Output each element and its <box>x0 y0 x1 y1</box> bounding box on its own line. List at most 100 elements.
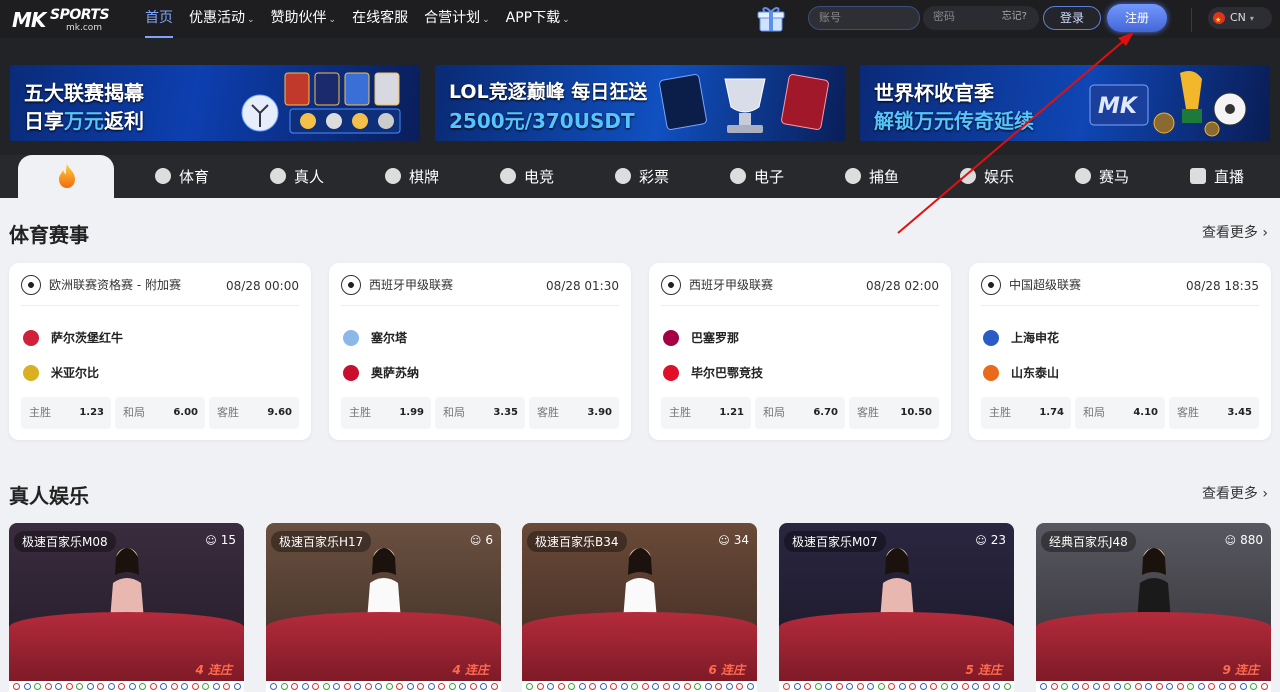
road-bead <box>97 683 104 690</box>
tab-label: 捕鱼 <box>869 168 900 186</box>
home-team-name: 萨尔茨堡红牛 <box>51 331 124 345</box>
match-card[interactable]: 西班牙甲级联赛 08/28 02:00 巴塞罗那 毕尔巴鄂竞技 主胜 1.21 和局 6.70… <box>649 263 951 440</box>
live-view-more-link[interactable]: 查看更多 › <box>1202 483 1268 503</box>
nav-item-0[interactable]: 首页 <box>145 0 173 38</box>
away-team-name: 毕尔巴鄂竞技 <box>691 366 764 380</box>
road-bead <box>223 683 230 690</box>
tab-category-6[interactable]: 捕鱼 <box>845 155 899 198</box>
table-name: 经典百家乐J48 <box>1041 531 1136 552</box>
password-field[interactable]: 密码 忘记? <box>923 6 1039 30</box>
tab-category-7[interactable]: 娱乐 <box>960 155 1014 198</box>
road-bead <box>568 683 575 690</box>
tab-category-3[interactable]: 电竞 <box>500 155 554 198</box>
home-team-name: 上海申花 <box>1011 331 1060 345</box>
tab-category-8[interactable]: 赛马 <box>1075 155 1129 198</box>
road-bead <box>1218 683 1226 690</box>
odds-button[interactable]: 主胜 1.23 <box>21 397 111 429</box>
login-button[interactable]: 登录 <box>1043 6 1101 30</box>
sports-view-more-link[interactable]: 查看更多 › <box>1202 222 1268 242</box>
language-selector[interactable]: CN▾ <box>1208 7 1272 31</box>
road-bead <box>459 683 466 690</box>
nav-item-1[interactable]: 优惠活动 ⌄ <box>189 0 255 38</box>
road-bead <box>578 683 586 690</box>
username-field[interactable]: 账号 <box>808 6 920 30</box>
odds-button[interactable]: 客胜 9.60 <box>209 397 299 429</box>
road-bead <box>469 683 477 690</box>
tab-category-9[interactable]: 直播 <box>1190 155 1244 198</box>
road-bead <box>589 683 596 690</box>
odds-value: 3.45 <box>1227 407 1252 418</box>
road-bead <box>291 683 298 690</box>
nav-item-label: 合营计划 <box>424 10 481 26</box>
banner-1-sub-c: 返利 <box>104 109 144 133</box>
road-bead <box>354 683 361 690</box>
odds-button[interactable]: 客胜 10.50 <box>849 397 939 429</box>
odds-button[interactable]: 和局 6.70 <box>755 397 845 429</box>
odds-button[interactable]: 和局 6.00 <box>115 397 205 429</box>
logo-mk: MK <box>12 8 46 32</box>
tab-category-2[interactable]: 棋牌 <box>385 155 439 198</box>
odds-button[interactable]: 主胜 1.99 <box>341 397 431 429</box>
odds-button[interactable]: 主胜 1.21 <box>661 397 751 429</box>
away-team-name: 奥萨苏纳 <box>371 366 420 380</box>
odds-button[interactable]: 和局 3.35 <box>435 397 525 429</box>
match-card[interactable]: 欧洲联赛资格赛 - 附加赛 08/28 00:00 萨尔茨堡红牛 米亚尔比 主胜 1.23… <box>9 263 311 440</box>
live-table-tile[interactable]: 经典百家乐J48 880 9 连庄 <box>1036 523 1271 692</box>
road-bead <box>1145 683 1152 690</box>
away-team: 米亚尔比 <box>23 364 99 381</box>
promo-banner-3[interactable]: 世界杯收官季 解锁万元传奇延续 MK <box>860 65 1270 141</box>
banner-3-sub-b: 解锁万元传奇延续 <box>874 109 1034 133</box>
forgot-password-link[interactable]: 忘记? <box>1002 6 1027 28</box>
live-table-tile[interactable]: 极速百家乐H17 6 4 连庄 <box>266 523 501 692</box>
road-bead <box>86 683 94 690</box>
road-bead <box>128 683 136 690</box>
tab-category-0[interactable]: 体育 <box>155 155 209 198</box>
nav-item-3[interactable]: 在线客服 <box>352 0 408 38</box>
nav-item-5[interactable]: APP下载 ⌄ <box>506 0 570 38</box>
road-bead <box>641 683 649 690</box>
road-bead <box>1239 683 1247 690</box>
match-card[interactable]: 西班牙甲级联赛 08/28 01:30 塞尔塔 奥萨苏纳 主胜 1.99 和局 3.35 客胜 3… <box>329 263 631 440</box>
live-table-tile[interactable]: 极速百家乐M08 15 4 连庄 <box>9 523 244 692</box>
odds-button[interactable]: 客胜 3.45 <box>1169 397 1259 429</box>
home-team-crest-icon <box>23 330 39 346</box>
road-bead <box>385 683 393 690</box>
live-table-tile[interactable]: 极速百家乐M07 23 5 连庄 <box>779 523 1014 692</box>
odds-row: 主胜 1.23 和局 6.00 客胜 9.60 <box>21 397 299 429</box>
road-bead <box>322 683 330 690</box>
odds-button[interactable]: 客胜 3.90 <box>529 397 619 429</box>
soccer-ball-icon <box>341 275 361 295</box>
site-logo[interactable]: MK SPORTS mk.com <box>12 6 124 33</box>
odds-label: 主胜 <box>349 406 371 419</box>
match-league: 西班牙甲级联赛 <box>661 275 773 295</box>
tab-category-4[interactable]: 彩票 <box>615 155 669 198</box>
logo-domain: mk.com <box>66 23 103 33</box>
slot-machine-icon <box>730 168 746 184</box>
road-bead <box>333 683 340 690</box>
odds-button[interactable]: 主胜 1.74 <box>981 397 1071 429</box>
road-bead <box>375 683 382 690</box>
tab-category-1[interactable]: 真人 <box>270 155 324 198</box>
road-bead <box>1176 683 1184 690</box>
road-bead <box>118 683 125 690</box>
road-bead <box>1260 683 1268 690</box>
road-bead <box>725 683 733 690</box>
nav-item-2[interactable]: 赞助伙伴 ⌄ <box>271 0 337 38</box>
promo-banner-2[interactable]: LOL竞逐巅峰 每日狂送 2500元/370USDT <box>435 65 845 141</box>
road-bead <box>417 683 424 690</box>
live-table-tile[interactable]: 极速百家乐B34 34 6 连庄 <box>522 523 757 692</box>
gift-icon[interactable] <box>755 5 787 33</box>
match-time: 08/28 18:35 <box>1186 279 1259 293</box>
odds-label: 主胜 <box>669 406 691 419</box>
nav-item-4[interactable]: 合营计划 ⌄ <box>424 0 490 38</box>
match-card[interactable]: 中国超级联赛 08/28 18:35 上海申花 山东泰山 主胜 1.74 和局 4.10 客胜 3… <box>969 263 1271 440</box>
promo-banner-1[interactable]: 五大联赛揭幕 日享万元返利 <box>10 65 420 141</box>
tab-label: 电子 <box>754 168 785 186</box>
road-bead <box>107 683 115 690</box>
tab-hot[interactable] <box>18 155 114 198</box>
odds-button[interactable]: 和局 4.10 <box>1075 397 1165 429</box>
road-bead <box>160 683 167 690</box>
tab-category-5[interactable]: 电子 <box>730 155 784 198</box>
language-label: CN <box>1230 11 1246 24</box>
register-button[interactable]: 注册 <box>1107 4 1167 32</box>
